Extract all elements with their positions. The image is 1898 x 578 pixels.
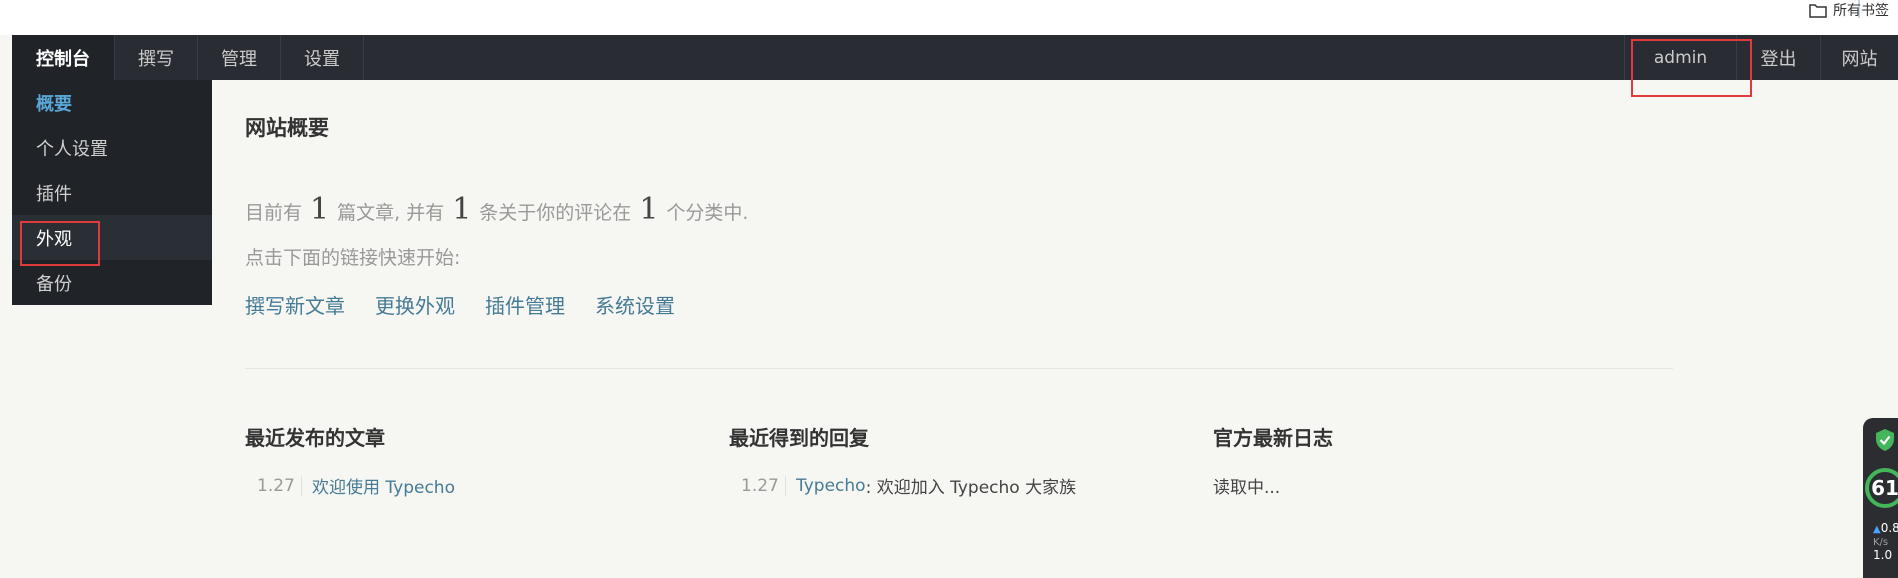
stats-text-1: 目前有 xyxy=(245,202,303,224)
recent-comments-section: 最近得到的回复 1.27 Typecho : 欢迎加入 Typecho 大家族 xyxy=(729,422,1189,498)
browser-bookmarks-bar: 所有书签 xyxy=(0,0,1898,35)
list-item: 1.27 Typecho : 欢迎加入 Typecho 大家族 xyxy=(729,473,1189,498)
write-new-post-link[interactable]: 撰写新文章 xyxy=(245,290,345,319)
site-stats: 目前有 1 篇文章, 并有 1 条关于你的评论在 1 个分类中. xyxy=(245,192,748,227)
submenu-appearance[interactable]: 外观 xyxy=(12,215,212,260)
stats-text-3: 条关于你的评论在 xyxy=(479,202,632,224)
official-log-title: 官方最新日志 xyxy=(1213,426,1333,450)
all-bookmarks-folder[interactable]: 所有书签 xyxy=(1809,0,1889,20)
official-log-section: 官方最新日志 读取中... xyxy=(1213,422,1673,498)
shield-check-icon xyxy=(1874,428,1896,456)
system-settings-link[interactable]: 系统设置 xyxy=(595,290,675,319)
view-site-link[interactable]: 网站 xyxy=(1820,35,1898,80)
recent-posts-section: 最近发布的文章 1.27 欢迎使用 Typecho xyxy=(245,422,705,498)
speed-value: 0.8 xyxy=(1880,521,1898,535)
page-title: 网站概要 xyxy=(245,116,329,140)
speed-readout: ▲0.8 K/s 1.0 xyxy=(1873,522,1898,562)
menu-manage[interactable]: 管理 xyxy=(198,35,281,80)
recent-posts-title: 最近发布的文章 xyxy=(245,426,385,450)
speed-widget[interactable]: 61 ▲0.8 K/s 1.0 xyxy=(1863,418,1898,578)
stats-text-4: 个分类中. xyxy=(666,202,749,224)
change-theme-link[interactable]: 更换外观 xyxy=(375,290,455,319)
quick-start-hint: 点击下面的链接快速开始: xyxy=(245,247,461,269)
submenu-profile[interactable]: 个人设置 xyxy=(12,125,212,170)
comment-count: 1 xyxy=(452,192,472,227)
comment-author-link[interactable]: Typecho xyxy=(796,476,866,496)
post-date: 1.27 xyxy=(245,475,302,496)
folder-icon xyxy=(1809,3,1827,18)
category-count: 1 xyxy=(639,192,659,227)
menu-dashboard[interactable]: 控制台 xyxy=(12,35,115,80)
comment-text: : 欢迎加入 Typecho 大家族 xyxy=(865,478,1077,498)
list-item: 1.27 欢迎使用 Typecho xyxy=(245,473,705,498)
all-bookmarks-label: 所有书签 xyxy=(1833,3,1889,19)
user-profile-link[interactable]: admin xyxy=(1624,35,1736,80)
plugin-manage-link[interactable]: 插件管理 xyxy=(485,290,565,319)
main-menu: 控制台 撰写 管理 设置 xyxy=(12,35,364,80)
logout-link[interactable]: 登出 xyxy=(1736,35,1820,80)
admin-topbar: 控制台 撰写 管理 设置 admin 登出 网站 xyxy=(12,35,1898,80)
menu-write[interactable]: 撰写 xyxy=(115,35,198,80)
quick-links: 撰写新文章 更换外观 插件管理 系统设置 xyxy=(245,290,675,319)
upload-arrow-icon: ▲ xyxy=(1873,524,1881,535)
submenu-plugins[interactable]: 插件 xyxy=(12,170,212,215)
topbar-user-area: admin 登出 网站 xyxy=(1624,35,1898,80)
stats-text-2: 篇文章, 并有 xyxy=(337,202,445,224)
score-value: 61 xyxy=(1871,476,1898,500)
post-count: 1 xyxy=(310,192,330,227)
comment-date: 1.27 xyxy=(729,475,786,496)
submenu-overview[interactable]: 概要 xyxy=(12,80,212,125)
menu-settings[interactable]: 设置 xyxy=(281,35,364,80)
dashboard-submenu: 概要 个人设置 插件 外观 备份 xyxy=(12,80,212,305)
post-title-link[interactable]: 欢迎使用 Typecho xyxy=(312,473,455,498)
score-ring: 61 xyxy=(1865,468,1898,508)
official-log-loading: 读取中... xyxy=(1213,478,1281,498)
submenu-backup[interactable]: 备份 xyxy=(12,260,212,305)
speed-value-2: 1.0 xyxy=(1873,548,1893,562)
recent-comments-title: 最近得到的回复 xyxy=(729,426,869,450)
section-divider xyxy=(245,368,1673,369)
